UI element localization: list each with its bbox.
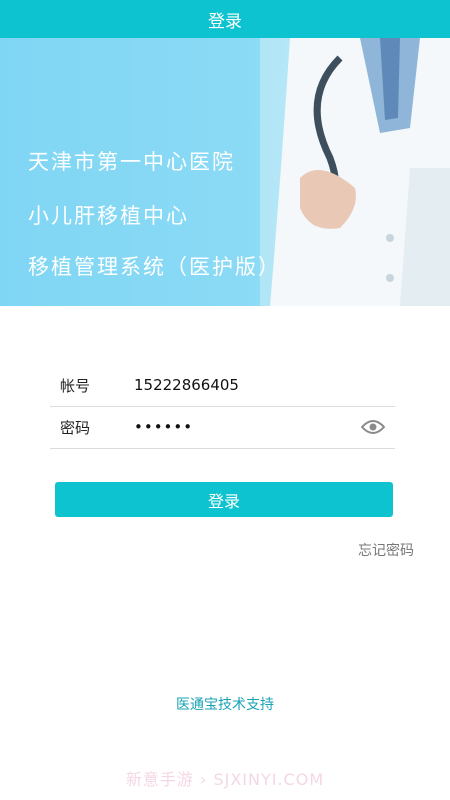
- doctor-illustration: [260, 38, 450, 306]
- account-input[interactable]: 15222866405: [134, 376, 395, 394]
- forgot-password-link[interactable]: 忘记密码: [358, 540, 414, 560]
- password-label: 密码: [60, 418, 91, 437]
- hospital-name: 天津市第一中心医院: [28, 150, 235, 174]
- center-name: 小儿肝移植中心: [28, 204, 189, 228]
- account-label: 帐号: [60, 376, 91, 395]
- password-row: 密码 ••••••: [50, 406, 395, 449]
- account-row: 帐号 15222866405: [50, 364, 395, 407]
- password-input[interactable]: ••••••: [134, 418, 361, 436]
- page-title: 登录: [208, 11, 242, 32]
- watermark: 新意手游 › SJXINYI.COM: [125, 770, 325, 789]
- top-bar: 登录: [0, 0, 450, 38]
- tech-support-text: 医通宝技术支持: [176, 697, 274, 713]
- system-name: 移植管理系统（医护版）: [28, 255, 281, 279]
- hero-banner: 天津市第一中心医院 小儿肝移植中心 移植管理系统（医护版）: [0, 38, 450, 306]
- login-button[interactable]: 登录: [55, 482, 393, 517]
- eye-icon[interactable]: [361, 419, 385, 435]
